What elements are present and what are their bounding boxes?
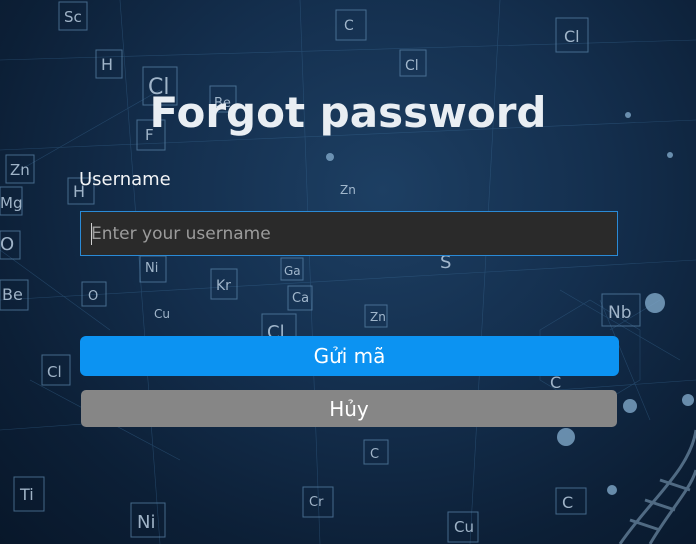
svg-text:Cl: Cl [564, 27, 580, 46]
svg-text:C: C [370, 447, 379, 462]
svg-text:Ca: Ca [292, 291, 309, 306]
svg-text:H: H [101, 55, 113, 74]
username-input[interactable] [80, 211, 618, 256]
svg-text:O: O [88, 289, 98, 304]
svg-text:Be: Be [2, 285, 23, 304]
svg-text:Ga: Ga [284, 264, 301, 278]
svg-text:Zn: Zn [340, 183, 356, 197]
svg-text:Mg: Mg [0, 194, 22, 212]
svg-text:Ti: Ti [19, 485, 34, 504]
page-title: Forgot password [149, 88, 547, 137]
svg-text:Cr: Cr [309, 495, 324, 510]
svg-text:Zn: Zn [10, 161, 30, 179]
username-label: Username [79, 169, 171, 190]
svg-text:Cu: Cu [154, 307, 170, 321]
svg-text:Ni: Ni [137, 512, 155, 533]
svg-text:O: O [0, 234, 14, 255]
svg-text:Kr: Kr [216, 278, 231, 294]
text-caret [91, 223, 92, 245]
svg-text:Cl: Cl [47, 363, 62, 381]
svg-text:Sc: Sc [64, 8, 82, 26]
svg-text:Zn: Zn [370, 310, 386, 324]
send-code-button[interactable]: Gửi mã [80, 336, 619, 376]
svg-text:Cl: Cl [405, 58, 419, 74]
cancel-button[interactable]: Hủy [81, 390, 617, 427]
svg-text:Ni: Ni [145, 261, 158, 276]
svg-text:Nb: Nb [608, 303, 632, 323]
svg-text:C: C [562, 493, 573, 512]
svg-text:Cu: Cu [454, 518, 474, 536]
background-periodic-table-art: Sc H Cl Be F C Cl Cl Zn Mg O Be H Ni Kr … [0, 0, 696, 544]
svg-text:C: C [344, 18, 354, 34]
